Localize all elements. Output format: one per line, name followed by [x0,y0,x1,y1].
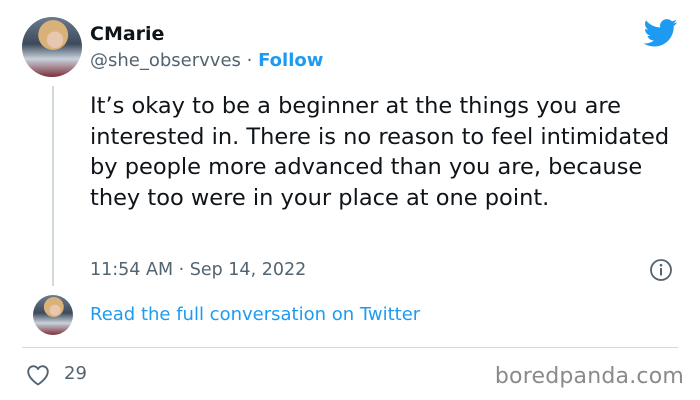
twitter-bird-icon[interactable] [644,19,678,47]
tweet-card: CMarie @she_observves · Follow It’s okay… [0,0,700,400]
handle-separator: · [240,50,259,71]
watermark: boredpanda.com [494,364,684,389]
reply-avatar[interactable] [33,295,73,335]
follow-button[interactable]: Follow [258,50,323,71]
thread-line [52,86,54,286]
author-display-name[interactable]: CMarie [90,23,164,45]
author-avatar[interactable] [22,17,82,77]
heart-icon[interactable] [26,364,50,386]
read-full-conversation-link[interactable]: Read the full conversation on Twitter [90,304,420,326]
author-handle[interactable]: @she_observves [90,50,241,71]
info-icon[interactable] [649,258,673,282]
tweet-timestamp[interactable]: 11:54 AM · Sep 14, 2022 [90,259,306,281]
tweet-text: It’s okay to be a beginner at the things… [90,93,670,211]
divider [22,347,678,348]
like-count: 29 [64,363,87,384]
author-handle-row: @she_observves · Follow [90,50,323,72]
